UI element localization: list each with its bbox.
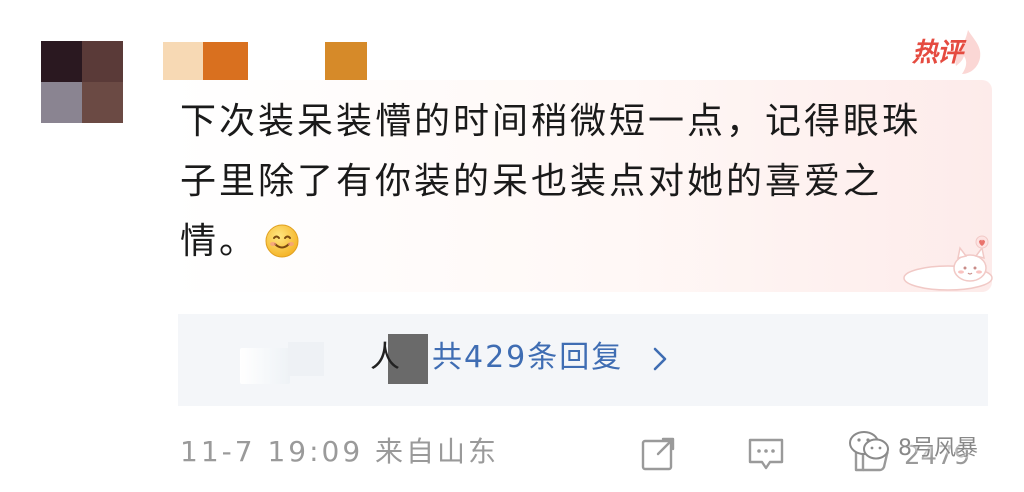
avatar-pixel [41,82,82,123]
username-pixel [163,42,203,80]
avatar-pixel [82,82,123,123]
reply-people-suffix: 人 [370,340,400,375]
watermark-text: 8号风暴 [898,436,978,461]
comment-timestamp: 11-7 19:09 来自山东 [180,435,500,468]
chevron-right-icon[interactable] [652,346,668,372]
username-mosaic[interactable] [163,42,368,80]
hot-comment-badge: 热评 [906,28,988,78]
comment-body: 下次装呆装懵的时间稍微短一点，记得眼珠子里除了有你装的呆也装点对她的喜爱之情。 [180,92,950,272]
avatar-pixel [41,41,82,82]
username-pixel [203,42,248,80]
reply-avatar-mosaic [288,342,324,376]
avatar[interactable] [41,41,123,123]
username-pixel [325,42,367,80]
hot-comment-label: 热评 [912,38,963,68]
share-icon[interactable] [638,434,678,474]
watermark: 8号风暴 [848,424,978,468]
avatar-pixel [82,41,123,82]
wechat-logo-icon [849,431,889,460]
cat-sticker-icon [903,235,993,291]
comment-icon[interactable] [746,434,786,474]
smile-emoji-icon [265,224,299,258]
reply-avatar-mosaic [240,348,290,384]
view-replies-link[interactable]: 共429条回复 [432,338,623,378]
reply-avatars [240,330,428,386]
